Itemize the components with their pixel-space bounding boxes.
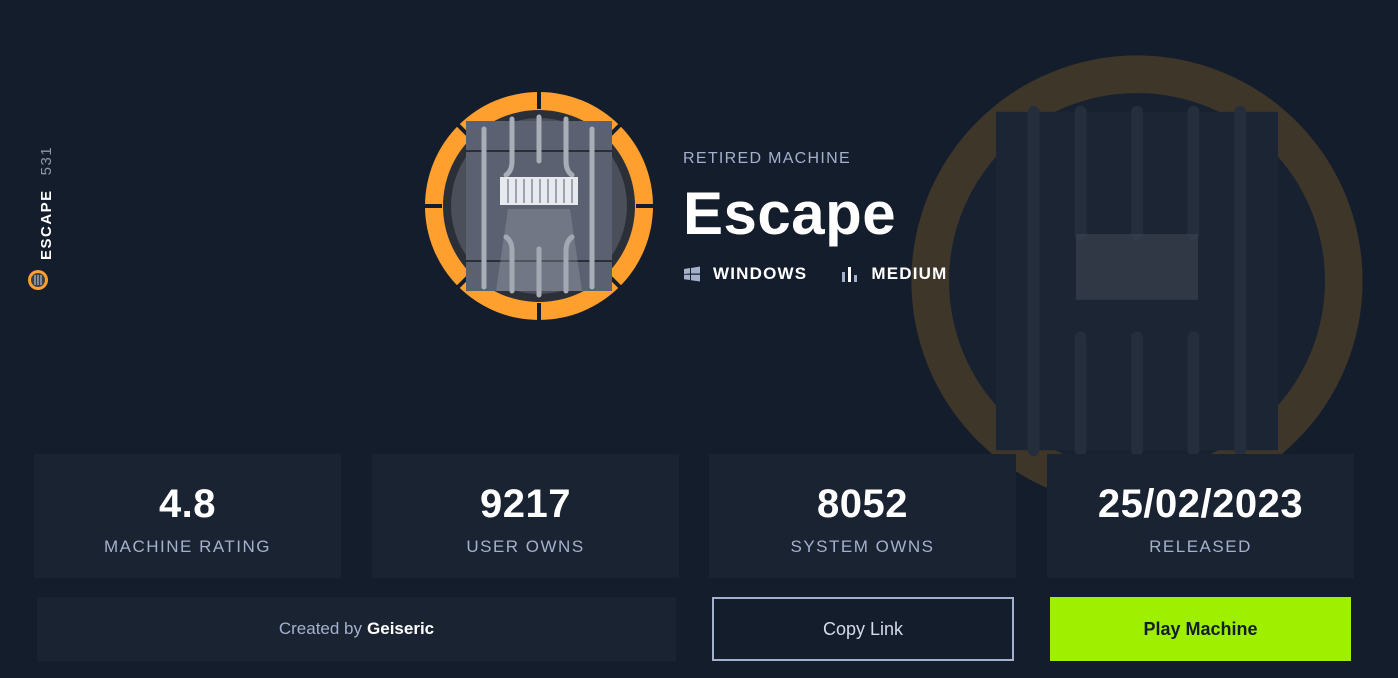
stat-label: SYSTEM OWNS — [790, 537, 935, 556]
os-tag: WINDOWS — [683, 264, 807, 284]
difficulty-label: MEDIUM — [871, 264, 948, 283]
stat-value: 25/02/2023 — [1097, 482, 1304, 526]
created-by-prefix: Created by — [278, 619, 363, 638]
copy-link-button[interactable]: Copy Link — [712, 597, 1014, 661]
stat-label: RELEASED — [1149, 537, 1252, 556]
created-by-box: Created by Geiseric — [37, 597, 676, 661]
side-machine-name: ESCAPE — [38, 189, 55, 260]
stat-card-released: 25/02/2023 RELEASED — [1047, 454, 1354, 578]
machine-status: RETIRED MACHINE — [683, 150, 851, 167]
difficulty-tag: MEDIUM — [841, 264, 947, 284]
stat-card-user-owns: 9217 USER OWNS — [372, 454, 679, 578]
machine-avatar-icon — [28, 270, 48, 290]
machine-title: Escape — [683, 180, 897, 247]
side-machine-label: ESCAPE 531 — [38, 146, 55, 260]
play-machine-button[interactable]: Play Machine — [1050, 597, 1351, 661]
os-label: WINDOWS — [713, 264, 808, 283]
machine-header: RETIRED MACHINE Escape WINDOWS MEDIUM — [683, 150, 981, 284]
bar-chart-icon — [842, 267, 858, 282]
creator-link[interactable]: Geiseric — [367, 619, 434, 639]
windows-icon — [684, 266, 700, 282]
side-machine-id: 531 — [38, 145, 55, 176]
machine-meta: WINDOWS MEDIUM — [683, 264, 981, 284]
stat-value: 8052 — [817, 482, 908, 526]
stat-label: USER OWNS — [466, 537, 585, 556]
stat-label: MACHINE RATING — [103, 537, 272, 556]
stat-card-system-owns: 8052 SYSTEM OWNS — [709, 454, 1016, 578]
stat-card-rating: 4.8 MACHINE RATING — [34, 454, 341, 578]
stat-value: 4.8 — [158, 482, 217, 526]
stat-value: 9217 — [480, 482, 571, 526]
machine-logo — [425, 92, 653, 320]
